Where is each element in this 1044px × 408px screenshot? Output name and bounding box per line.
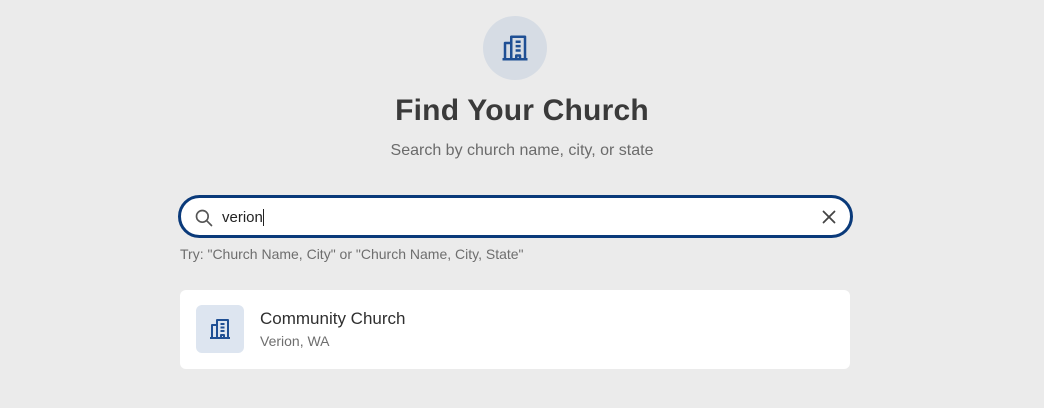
hero-building-icon [483, 16, 547, 80]
search-input[interactable] [222, 203, 802, 231]
result-icon-box [196, 305, 244, 353]
result-name: Community Church [260, 309, 406, 328]
text-caret [263, 209, 264, 226]
search-hint: Try: "Church Name, City" or "Church Name… [180, 246, 524, 262]
search-box[interactable] [178, 195, 853, 238]
building-icon [502, 35, 528, 61]
result-location: Verion, WA [260, 333, 330, 349]
result-item[interactable]: Community Church Verion, WA [180, 290, 850, 369]
clear-search-button[interactable] [818, 206, 840, 228]
close-icon [822, 210, 836, 224]
building-icon [210, 319, 230, 339]
page-title: Find Your Church [395, 94, 649, 127]
search-icon [195, 209, 213, 227]
page-subtitle: Search by church name, city, or state [390, 142, 654, 159]
